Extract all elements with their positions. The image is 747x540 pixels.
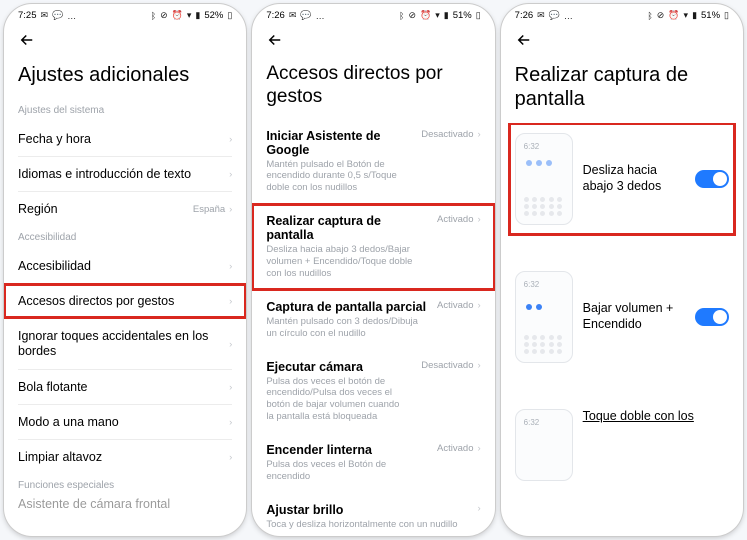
- chevron-right-icon: ›: [477, 300, 480, 311]
- signal-icon: ▮: [195, 10, 200, 21]
- chevron-right-icon: ›: [229, 134, 232, 145]
- phone-3: 7:26 ✉ 💬 … ᛒ ⊘ ⏰ ▾ ▮ 51% ▯ Realizar capt…: [501, 4, 743, 536]
- msg-icon: ✉: [537, 10, 545, 21]
- dnd-icon: ⊘: [408, 10, 416, 21]
- option-knock-twice[interactable]: 6:32 Toque doble con los: [501, 399, 743, 491]
- msg-icon: ✉: [41, 10, 49, 21]
- bt-icon: ᛒ: [151, 11, 156, 21]
- section-label-special: Funciones especiales: [4, 474, 246, 497]
- wifi-icon: ▾: [435, 10, 440, 21]
- row-captura-parcial[interactable]: Captura de pantalla parcial Mantén pulsa…: [252, 290, 494, 350]
- page-title: Accesos directos por gestos: [252, 55, 494, 119]
- header: [252, 23, 494, 55]
- bt-icon: ᛒ: [399, 11, 404, 21]
- row-ignorar-toques[interactable]: Ignorar toques accidentales en los borde…: [4, 319, 246, 369]
- battery-icon: ▯: [227, 10, 232, 21]
- more-icon: …: [564, 11, 573, 21]
- clock: 7:26: [266, 10, 285, 21]
- row-region[interactable]: Región España›: [4, 192, 246, 226]
- header: [501, 23, 743, 55]
- more-icon: …: [67, 11, 76, 21]
- toggle-switch[interactable]: [695, 308, 729, 326]
- row-ejecutar-camara[interactable]: Ejecutar cámara Pulsa dos veces el botón…: [252, 350, 494, 434]
- bt-icon: ᛒ: [647, 11, 652, 21]
- chevron-right-icon: ›: [229, 382, 232, 393]
- wifi-icon: ▾: [187, 10, 192, 21]
- chevron-right-icon: ›: [477, 503, 480, 514]
- row-encender-linterna[interactable]: Encender linterna Pulsa dos veces el Bot…: [252, 433, 494, 493]
- chevron-right-icon: ›: [477, 214, 480, 225]
- chat-icon: 💬: [549, 10, 560, 21]
- chevron-right-icon: ›: [229, 261, 232, 272]
- chevron-right-icon: ›: [477, 360, 480, 371]
- gesture-preview-knuckle: 6:32: [515, 409, 573, 481]
- status-bar: 7:26 ✉ 💬 … ᛒ ⊘ ⏰ ▾ ▮ 51% ▯: [252, 4, 494, 23]
- battery-pct: 51%: [453, 10, 472, 21]
- gesture-preview-buttons: 6:32: [515, 271, 573, 363]
- signal-icon: ▮: [444, 10, 449, 21]
- back-button[interactable]: [515, 29, 537, 51]
- section-label-acc: Accesibilidad: [4, 226, 246, 249]
- phone-2: 7:26 ✉ 💬 … ᛒ ⊘ ⏰ ▾ ▮ 51% ▯ Accesos direc…: [252, 4, 494, 536]
- phone-1: 7:25 ✉ 💬 … ᛒ ⊘ ⏰ ▾ ▮ 52% ▯ Ajustes adici…: [4, 4, 246, 536]
- clock: 7:26: [515, 10, 534, 21]
- gesture-preview-3-finger-swipe: 6:32: [515, 133, 573, 225]
- battery-icon: ▯: [724, 10, 729, 21]
- row-captura-pantalla[interactable]: Realizar captura de pantalla Desliza hac…: [252, 204, 494, 290]
- chevron-right-icon: ›: [477, 129, 480, 140]
- chevron-right-icon: ›: [229, 452, 232, 463]
- alarm-icon: ⏰: [172, 10, 183, 21]
- chevron-right-icon: ›: [229, 204, 232, 215]
- row-limpiar-altavoz[interactable]: Limpiar altavoz ›: [4, 440, 246, 474]
- row-bola-flotante[interactable]: Bola flotante ›: [4, 370, 246, 404]
- page-title: Realizar captura de pantalla: [501, 55, 743, 123]
- back-button[interactable]: [18, 29, 40, 51]
- row-ajustar-brillo[interactable]: Ajustar brillo Toca y desliza horizontal…: [252, 493, 494, 536]
- chat-icon: 💬: [300, 10, 311, 21]
- alarm-icon: ⏰: [668, 10, 679, 21]
- chevron-right-icon: ›: [229, 169, 232, 180]
- wifi-icon: ▾: [684, 10, 689, 21]
- row-google-assistant[interactable]: Iniciar Asistente de Google Mantén pulsa…: [252, 119, 494, 205]
- signal-icon: ▮: [692, 10, 697, 21]
- option-label: Bajar volumen + Encendido: [583, 301, 685, 332]
- back-button[interactable]: [266, 29, 288, 51]
- row-idiomas[interactable]: Idiomas e introducción de texto ›: [4, 157, 246, 191]
- alarm-icon: ⏰: [420, 10, 431, 21]
- dnd-icon: ⊘: [657, 10, 665, 21]
- chevron-right-icon: ›: [477, 443, 480, 454]
- status-bar: 7:26 ✉ 💬 … ᛒ ⊘ ⏰ ▾ ▮ 51% ▯: [501, 4, 743, 23]
- option-label: Toque doble con los: [583, 409, 729, 425]
- row-cutoff[interactable]: Asistente de cámara frontal: [4, 497, 246, 521]
- battery-pct: 52%: [204, 10, 223, 21]
- toggle-switch[interactable]: [695, 170, 729, 188]
- battery-icon: ▯: [476, 10, 481, 21]
- chevron-right-icon: ›: [229, 296, 232, 307]
- row-accesos-gestos[interactable]: Accesos directos por gestos ›: [4, 284, 246, 318]
- row-accesibilidad[interactable]: Accesibilidad ›: [4, 249, 246, 283]
- section-label-system: Ajustes del sistema: [4, 99, 246, 122]
- option-vol-power[interactable]: 6:32 Bajar volumen + Encendido: [501, 261, 743, 373]
- row-fecha-hora[interactable]: Fecha y hora ›: [4, 122, 246, 156]
- clock: 7:25: [18, 10, 37, 21]
- header: [4, 23, 246, 55]
- msg-icon: ✉: [289, 10, 297, 21]
- chevron-right-icon: ›: [229, 417, 232, 428]
- row-modo-una-mano[interactable]: Modo a una mano ›: [4, 405, 246, 439]
- status-bar: 7:25 ✉ 💬 … ᛒ ⊘ ⏰ ▾ ▮ 52% ▯: [4, 4, 246, 23]
- page-title: Ajustes adicionales: [4, 55, 246, 99]
- option-label: Desliza hacia abajo 3 dedos: [583, 163, 685, 194]
- battery-pct: 51%: [701, 10, 720, 21]
- dnd-icon: ⊘: [160, 10, 168, 21]
- chevron-right-icon: ›: [229, 339, 232, 350]
- chat-icon: 💬: [52, 10, 63, 21]
- option-3-fingers[interactable]: 6:32 Desliza hacia abajo 3 dedos: [509, 123, 735, 235]
- more-icon: …: [316, 11, 325, 21]
